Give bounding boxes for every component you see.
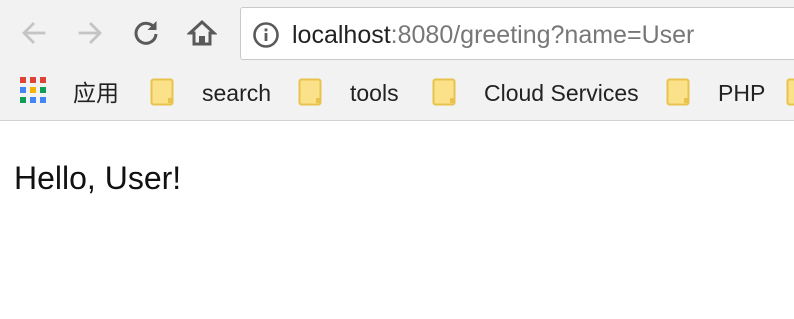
folder-icon (666, 78, 690, 106)
forward-button[interactable] (70, 13, 110, 53)
bookmark-folder-php[interactable]: PHP (656, 68, 794, 120)
bookmark-label: tools (350, 80, 399, 106)
folder-icon (150, 78, 174, 106)
page-content: Hello, User! (0, 121, 794, 319)
bookmark-label: Cloud Services (484, 80, 639, 106)
url-text[interactable]: localhost:8080/greeting?name=User (292, 20, 694, 50)
address-bar[interactable]: localhost:8080/greeting?name=User (240, 7, 794, 60)
apps-grid-icon (20, 77, 48, 105)
greeting-text: Hello, User! (14, 160, 182, 196)
home-icon (187, 19, 217, 46)
browser-toolbar: localhost:8080/greeting?name=User (0, 0, 794, 68)
folder-icon (298, 78, 322, 106)
reload-icon (134, 21, 158, 45)
bookmark-folder-search[interactable]: search (140, 68, 288, 120)
home-button[interactable] (182, 13, 222, 53)
bookmark-apps[interactable]: 应用 (0, 68, 140, 120)
bookmarks-bar: 应用 search tools Cloud Services PHP (0, 68, 794, 121)
bookmark-label: PHP (718, 80, 766, 106)
arrow-left-icon (22, 22, 46, 44)
url-path: :8080/greeting?name=User (390, 21, 695, 49)
bookmark-label: search (202, 80, 272, 106)
reload-button[interactable] (126, 13, 166, 53)
back-button[interactable] (14, 13, 54, 53)
folder-icon (786, 78, 794, 106)
bookmark-folder-tools[interactable]: tools (288, 68, 418, 120)
bookmark-label: 应用 (73, 80, 119, 106)
arrow-right-icon (78, 22, 102, 44)
bookmark-folder-cloud-services[interactable]: Cloud Services (420, 68, 656, 120)
info-circle-icon[interactable] (252, 21, 280, 49)
url-host: localhost (292, 21, 391, 49)
folder-icon (432, 78, 456, 106)
